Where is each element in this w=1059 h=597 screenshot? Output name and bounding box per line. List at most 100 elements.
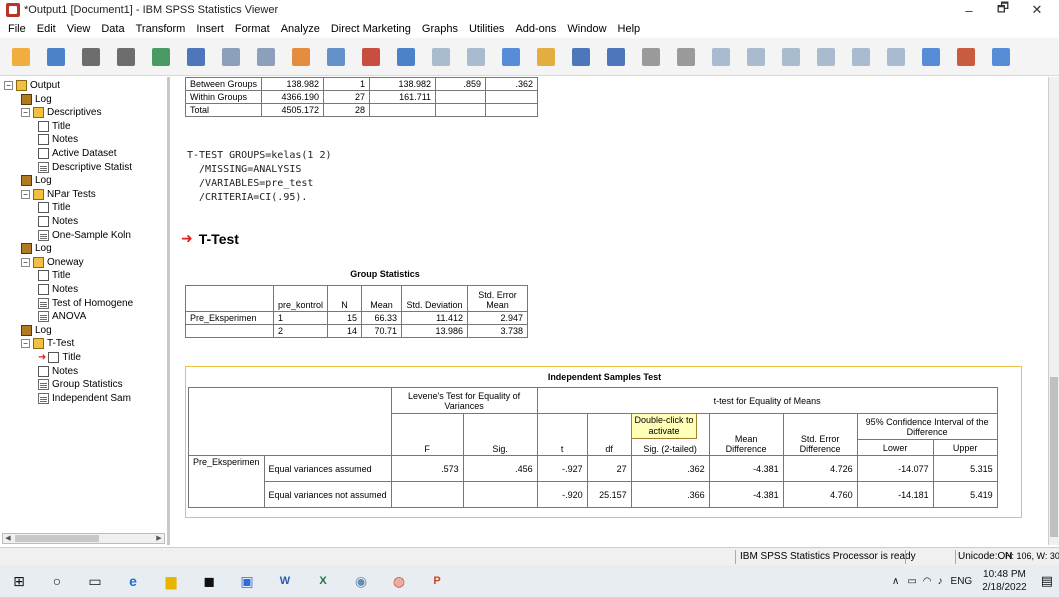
menu-data[interactable]: Data xyxy=(101,23,124,35)
group-statistics-table[interactable]: pre_kontrol N Mean Std. Deviation Std. Error… xyxy=(185,285,529,338)
export-icon[interactable] xyxy=(148,44,174,70)
maximize-button[interactable]: 🗗 xyxy=(986,0,1020,20)
outline-item[interactable]: Log xyxy=(21,242,52,255)
copy-icon[interactable] xyxy=(953,44,979,70)
outline-item[interactable]: One-Sample Koln xyxy=(38,229,131,242)
menu-edit[interactable]: Edit xyxy=(37,23,56,35)
insert-heading-icon[interactable] xyxy=(568,44,594,70)
table-icon[interactable] xyxy=(393,44,419,70)
store-icon[interactable]: ◼ xyxy=(198,570,220,592)
hide-output-icon[interactable] xyxy=(883,44,909,70)
variables-icon[interactable] xyxy=(323,44,349,70)
powerpoint-icon[interactable]: P xyxy=(426,570,448,592)
search-icon[interactable]: ○ xyxy=(46,570,68,592)
goto-case-icon[interactable] xyxy=(288,44,314,70)
menu-window[interactable]: Window xyxy=(567,23,606,35)
next-icon[interactable] xyxy=(743,44,769,70)
file-explorer-icon[interactable]: ▆ xyxy=(160,570,182,592)
menu-help[interactable]: Help xyxy=(618,23,641,35)
print-preview-icon[interactable] xyxy=(113,44,139,70)
show-icon[interactable] xyxy=(848,44,874,70)
previous-icon[interactable] xyxy=(708,44,734,70)
notifications-icon[interactable]: ▤ xyxy=(1041,573,1053,589)
windows-start-icon[interactable]: ⊞ xyxy=(8,570,30,592)
outline-item[interactable]: Test of Homogene xyxy=(38,297,133,310)
redo-icon[interactable] xyxy=(253,44,279,70)
anova-table[interactable]: Between Groups 138.982 1 138.982.859.362 Wit… xyxy=(184,77,539,117)
collapse-icon[interactable]: − xyxy=(21,257,30,267)
word-icon[interactable]: W xyxy=(274,570,296,592)
outline-item[interactable]: Log xyxy=(21,174,52,187)
task-view-icon[interactable]: ▭ xyxy=(84,570,106,592)
outline-item[interactable]: Group Statistics xyxy=(38,378,123,391)
independent-samples-test-box[interactable]: Independent Samples Test Levene's Test f… xyxy=(185,366,1022,518)
outline-horizontal-scrollbar[interactable]: ◀ ▶ xyxy=(2,533,165,544)
menu-file[interactable]: File xyxy=(8,23,26,35)
collapse-icon[interactable]: − xyxy=(21,189,30,199)
merge-icon[interactable] xyxy=(498,44,524,70)
outline-item[interactable]: Independent Sam xyxy=(38,392,131,405)
outline-item[interactable]: Log xyxy=(21,93,52,106)
hide-icon[interactable] xyxy=(463,44,489,70)
scroll-right-icon[interactable]: ▶ xyxy=(154,534,164,543)
collapse-icon[interactable]: − xyxy=(21,108,30,118)
outline-item[interactable]: − Oneway xyxy=(21,256,84,269)
battery-icon[interactable]: ▭ xyxy=(907,576,916,587)
collapse-icon[interactable] xyxy=(813,44,839,70)
outline-item[interactable]: Descriptive Statist xyxy=(38,161,132,174)
collapse-icon[interactable]: − xyxy=(4,81,13,90)
outline-item[interactable]: Log xyxy=(21,324,52,337)
outline-item[interactable]: Notes xyxy=(38,133,78,146)
print-icon[interactable] xyxy=(78,44,104,70)
collapse-icon[interactable]: − xyxy=(21,339,30,349)
menu-utilities[interactable]: Utilities xyxy=(469,23,504,35)
menu-graphs[interactable]: Graphs xyxy=(422,23,458,35)
menu-view[interactable]: View xyxy=(67,23,91,35)
spss-taskbar-icon[interactable]: ◉ xyxy=(350,570,372,592)
excel-icon[interactable]: X xyxy=(312,570,334,592)
goto-data-icon[interactable] xyxy=(183,44,209,70)
menu-transform[interactable]: Transform xyxy=(136,23,186,35)
outline-item[interactable]: ANOVA xyxy=(38,310,86,323)
menu-add-ons[interactable]: Add-ons xyxy=(515,23,556,35)
save-icon[interactable] xyxy=(43,44,69,70)
close-button[interactable]: ✕ xyxy=(1020,0,1054,20)
outline-item[interactable]: − Output xyxy=(4,79,60,92)
scroll-left-icon[interactable]: ◀ xyxy=(3,534,13,543)
designate-icon[interactable] xyxy=(533,44,559,70)
sheet-icon[interactable] xyxy=(918,44,944,70)
menu-insert[interactable]: Insert xyxy=(196,23,224,35)
outline-item[interactable]: − Descriptives xyxy=(21,106,101,119)
volume-icon[interactable]: ♪ xyxy=(938,576,943,587)
sync-icon[interactable] xyxy=(988,44,1014,70)
show-hidden-icons-icon[interactable]: ∧ xyxy=(892,576,899,587)
undo-icon[interactable] xyxy=(218,44,244,70)
language-indicator[interactable]: ENG xyxy=(951,576,973,587)
chrome-icon[interactable]: ◍ xyxy=(388,570,410,592)
outline-item[interactable]: − T-Test xyxy=(21,337,74,350)
outline-item[interactable]: Notes xyxy=(38,283,78,296)
scrollbar-thumb[interactable] xyxy=(15,535,99,542)
outline-item[interactable]: Title xyxy=(38,120,71,133)
clock[interactable]: 10:48 PM 2/18/2022 xyxy=(982,568,1027,594)
outline-item[interactable]: Notes xyxy=(38,215,78,228)
outline-item[interactable]: Notes xyxy=(38,365,78,378)
outline-item[interactable]: ➜ Title xyxy=(38,351,81,364)
scrollbar-thumb[interactable] xyxy=(1050,377,1058,537)
insert-title-icon[interactable] xyxy=(603,44,629,70)
expand-icon[interactable] xyxy=(778,44,804,70)
outline-item[interactable]: − NPar Tests xyxy=(21,188,96,201)
show-all-icon[interactable] xyxy=(428,44,454,70)
edge-icon[interactable]: e xyxy=(122,570,144,592)
independent-samples-table[interactable]: Levene's Test for Equality of Variances t… xyxy=(188,387,998,508)
menu-analyze[interactable]: Analyze xyxy=(281,23,320,35)
insert-object-icon[interactable] xyxy=(673,44,699,70)
insert-text-icon[interactable] xyxy=(638,44,664,70)
outline-item[interactable]: Title xyxy=(38,269,71,282)
minimize-button[interactable]: – xyxy=(952,0,986,20)
wifi-icon[interactable]: ◠ xyxy=(923,576,932,587)
open-icon[interactable] xyxy=(8,44,34,70)
outline-item[interactable]: Title xyxy=(38,201,71,214)
chart-icon[interactable] xyxy=(358,44,384,70)
mail-icon[interactable]: ▣ xyxy=(236,570,258,592)
